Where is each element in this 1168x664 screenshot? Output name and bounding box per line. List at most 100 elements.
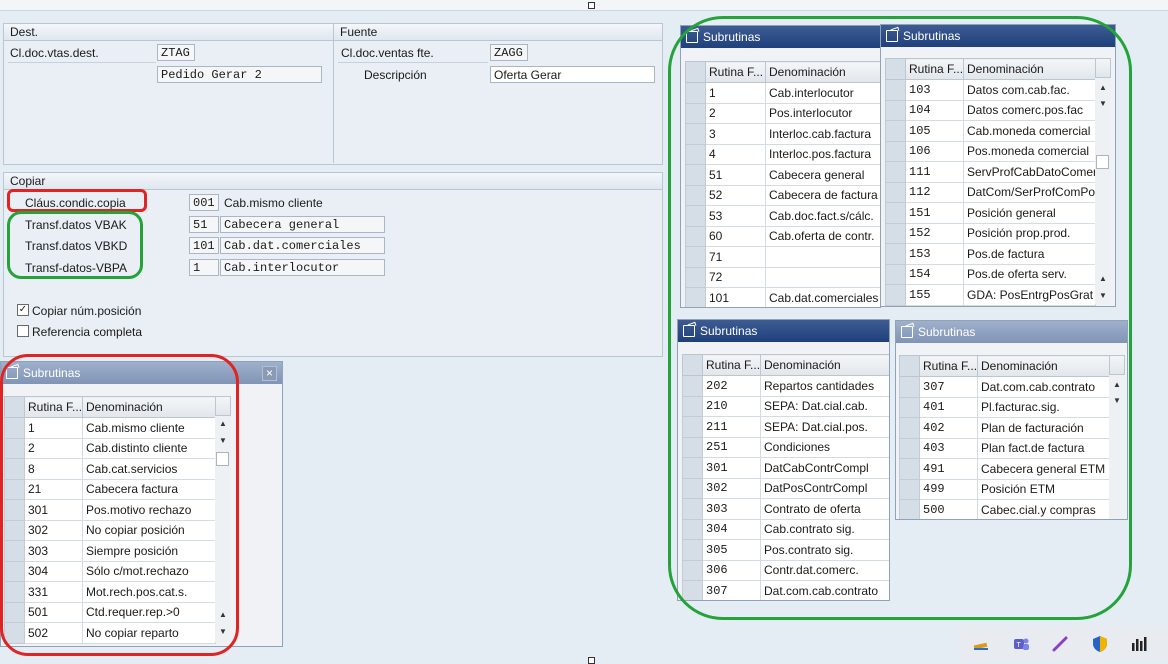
denomination-cell[interactable]: SEPA: Dat.cial.pos.: [760, 416, 889, 438]
routine-code-cell[interactable]: 103: [905, 79, 964, 101]
table-row[interactable]: 304 Sólo c/mot.rechazo: [4, 560, 216, 582]
copiar-code-field[interactable]: 101: [189, 237, 219, 254]
denomination-cell[interactable]: Dat.com.cab.contrato: [977, 376, 1110, 398]
row-selector[interactable]: [885, 263, 906, 285]
table-row[interactable]: 499 Posición ETM: [899, 478, 1110, 500]
denomination-cell[interactable]: Cab.oferta de contr.: [765, 225, 880, 247]
row-selector[interactable]: [885, 140, 906, 162]
denomination-cell[interactable]: DatPosContrCompl: [760, 477, 889, 499]
denomination-cell[interactable]: Pos.de oferta serv.: [963, 263, 1096, 285]
table-row[interactable]: 301 DatCabContrCompl: [682, 457, 889, 479]
resize-handle-top[interactable]: [588, 2, 595, 9]
column-header-denomination[interactable]: Denominación: [977, 355, 1110, 377]
row-selector[interactable]: [685, 164, 706, 186]
scroll-down-icon[interactable]: ▼: [1099, 291, 1107, 300]
routine-code-cell[interactable]: 202: [702, 375, 761, 397]
row-selector[interactable]: [685, 143, 706, 165]
denomination-cell[interactable]: ServProfCabDatoComer: [963, 161, 1096, 183]
routine-code-cell[interactable]: 251: [702, 436, 761, 458]
routine-code-cell[interactable]: 306: [702, 559, 761, 581]
table-row[interactable]: 155 GDA: PosEntrgPosGrat: [885, 284, 1096, 306]
row-selector[interactable]: [685, 266, 706, 288]
table-row[interactable]: 401 Pl.facturac.sig.: [899, 396, 1110, 418]
row-selector[interactable]: [4, 499, 25, 521]
row-selector[interactable]: [4, 601, 25, 623]
dest-desc-field[interactable]: Pedido Gerar 2: [157, 66, 322, 83]
row-selector[interactable]: [885, 181, 906, 203]
denomination-cell[interactable]: Cab.doc.fact.s/cálc.: [765, 205, 880, 227]
row-selector[interactable]: [685, 184, 706, 206]
column-header-denomination[interactable]: Denominación: [963, 58, 1096, 80]
table-row[interactable]: 106 Pos.moneda comercial: [885, 140, 1096, 162]
table-row[interactable]: 302 No copiar posición: [4, 519, 216, 541]
denomination-cell[interactable]: [765, 266, 880, 288]
denomination-cell[interactable]: Condiciones: [760, 436, 889, 458]
row-selector[interactable]: [899, 376, 920, 398]
routine-code-cell[interactable]: 8: [24, 458, 83, 480]
routine-code-cell[interactable]: 403: [919, 437, 978, 459]
scroll-up-icon[interactable]: ▲: [1113, 380, 1121, 389]
scroll-up-icon[interactable]: ▲: [219, 419, 227, 428]
denomination-cell[interactable]: Datos com.cab.fac.: [963, 79, 1096, 101]
denomination-cell[interactable]: Cabecera factura: [82, 478, 216, 500]
row-selector[interactable]: [899, 458, 920, 480]
scroll-up-icon[interactable]: ▲: [1099, 83, 1107, 92]
row-selector[interactable]: [885, 79, 906, 101]
routine-code-cell[interactable]: 499: [919, 478, 978, 500]
row-selector[interactable]: [682, 518, 703, 540]
routine-code-cell[interactable]: 302: [702, 477, 761, 499]
shield-icon[interactable]: [1091, 635, 1109, 653]
scroll-thumb[interactable]: [1096, 155, 1109, 169]
routine-code-cell[interactable]: 303: [24, 540, 83, 562]
routine-code-cell[interactable]: 401: [919, 396, 978, 418]
scroll-down-icon[interactable]: ▼: [1113, 396, 1121, 405]
routine-code-cell[interactable]: 152: [905, 222, 964, 244]
routine-code-cell[interactable]: 151: [905, 202, 964, 224]
table-row[interactable]: 105 Cab.moneda comercial: [885, 120, 1096, 142]
denomination-cell[interactable]: Cabecera general ETM: [977, 458, 1110, 480]
copiar-code-field[interactable]: 001: [189, 194, 219, 211]
routine-code-cell[interactable]: 305: [702, 539, 761, 561]
routine-code-cell[interactable]: 21: [24, 478, 83, 500]
denomination-cell[interactable]: GDA: PosEntrgPosGrat: [963, 284, 1096, 306]
denomination-cell[interactable]: Mot.rech.pos.cat.s.: [82, 581, 216, 603]
select-all-header[interactable]: [682, 354, 703, 376]
column-header-routine[interactable]: Rutina F...: [919, 355, 978, 377]
denomination-cell[interactable]: Cab.distinto cliente: [82, 437, 216, 459]
row-selector[interactable]: [885, 202, 906, 224]
table-row[interactable]: 4 Interloc.pos.factura: [685, 143, 880, 165]
denomination-cell[interactable]: Datos comerc.pos.fac: [963, 99, 1096, 121]
routine-code-cell[interactable]: 307: [919, 376, 978, 398]
routine-code-cell[interactable]: 3: [705, 123, 766, 145]
routine-code-cell[interactable]: 307: [702, 580, 761, 600]
table-row[interactable]: 101 Cab.dat.comerciales: [685, 287, 880, 307]
routine-code-cell[interactable]: 51: [705, 164, 766, 186]
denomination-cell[interactable]: Interloc.cab.factura: [765, 123, 880, 145]
table-row[interactable]: 302 DatPosContrCompl: [682, 477, 889, 499]
table-row[interactable]: 307 Dat.com.cab.contrato: [682, 580, 889, 600]
routine-code-cell[interactable]: 491: [919, 458, 978, 480]
row-selector[interactable]: [885, 161, 906, 183]
routine-code-cell[interactable]: 402: [919, 417, 978, 439]
denomination-cell[interactable]: Interloc.pos.factura: [765, 143, 880, 165]
table-row[interactable]: 331 Mot.rech.pos.cat.s.: [4, 581, 216, 603]
vertical-scrollbar[interactable]: ▲ ▼ ▲ ▼: [1095, 78, 1111, 304]
routine-code-cell[interactable]: 331: [24, 581, 83, 603]
column-header-routine[interactable]: Rutina F...: [702, 354, 761, 376]
routine-code-cell[interactable]: 302: [24, 519, 83, 541]
vertical-scrollbar[interactable]: ▲ ▼ ▲ ▼: [215, 416, 231, 642]
row-selector[interactable]: [682, 436, 703, 458]
column-header-routine[interactable]: Rutina F...: [705, 61, 766, 83]
close-icon[interactable]: ×: [262, 366, 277, 381]
row-selector[interactable]: [685, 123, 706, 145]
denomination-cell[interactable]: Pos.moneda comercial: [963, 140, 1096, 162]
popup-title-bar[interactable]: Subrutinas: [881, 25, 1115, 47]
pen-tool-icon[interactable]: [972, 635, 990, 653]
table-row[interactable]: 1 Cab.interlocutor: [685, 82, 880, 104]
row-selector[interactable]: [899, 499, 920, 519]
routine-code-cell[interactable]: 60: [705, 225, 766, 247]
table-row[interactable]: 307 Dat.com.cab.contrato: [899, 376, 1110, 398]
table-row[interactable]: 301 Pos.motivo rechazo: [4, 499, 216, 521]
routine-code-cell[interactable]: 101: [705, 287, 766, 307]
row-selector[interactable]: [4, 622, 25, 644]
